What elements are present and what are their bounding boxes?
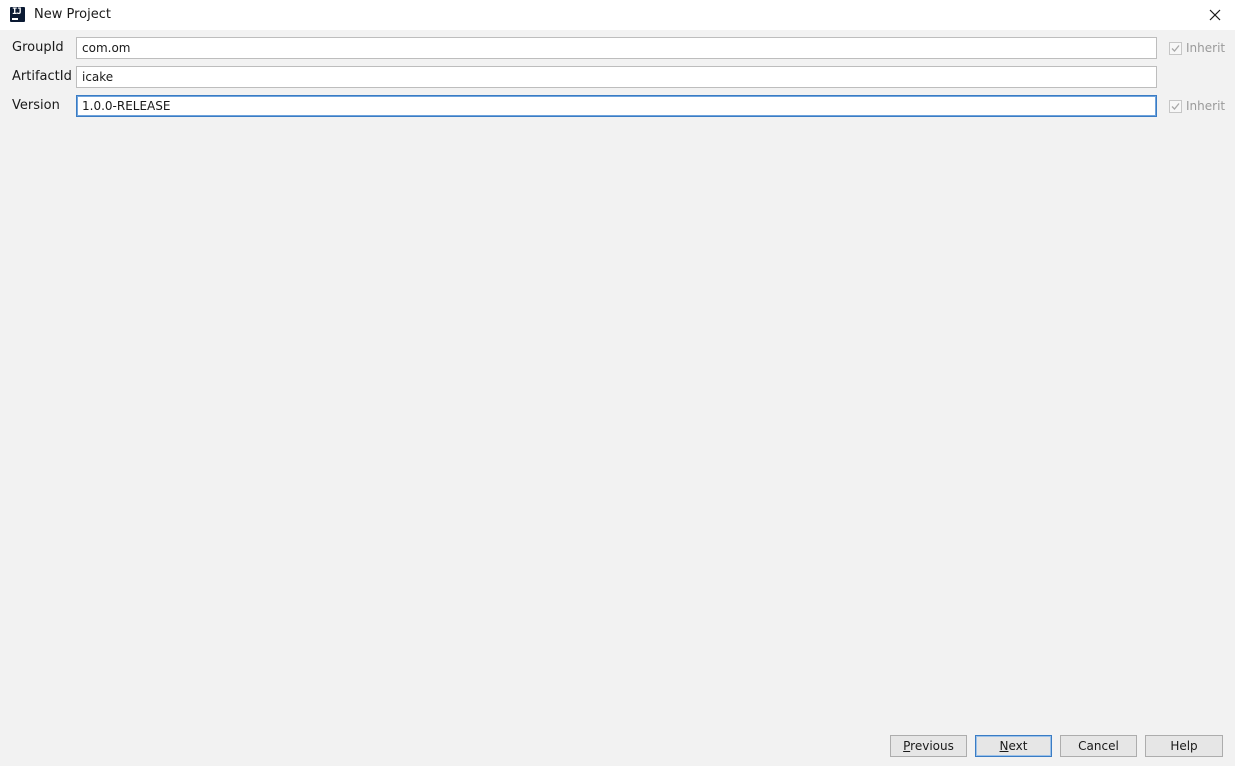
version-input[interactable] xyxy=(76,95,1157,117)
version-inherit-label: Inherit xyxy=(1186,99,1226,113)
previous-label: revious xyxy=(910,739,954,753)
intellij-icon: IJ xyxy=(10,7,25,22)
next-button[interactable]: Next xyxy=(975,735,1052,757)
window-title: New Project xyxy=(34,7,111,22)
cancel-button[interactable]: Cancel xyxy=(1060,735,1137,757)
group-id-inherit-checkbox[interactable]: Inherit xyxy=(1169,40,1225,56)
artifact-id-input[interactable] xyxy=(76,66,1157,88)
close-icon xyxy=(1209,9,1221,21)
artifact-id-label: ArtifactId xyxy=(12,69,72,84)
next-label: ext xyxy=(1008,739,1028,753)
title-bar: IJ New Project xyxy=(0,0,1235,30)
checkbox-checked-icon xyxy=(1169,41,1182,55)
artifact-id-row: ArtifactId xyxy=(0,66,1235,88)
close-button[interactable] xyxy=(1205,5,1225,25)
group-id-input[interactable] xyxy=(76,37,1157,59)
previous-button[interactable]: Previous xyxy=(890,735,967,757)
next-mnemonic: N xyxy=(999,739,1009,753)
group-id-inherit-label: Inherit xyxy=(1186,41,1226,55)
group-id-row: GroupId Inherit xyxy=(0,37,1235,59)
group-id-label: GroupId xyxy=(12,40,64,55)
help-button[interactable]: Help xyxy=(1145,735,1223,757)
version-label: Version xyxy=(12,98,60,113)
version-row: Version Inherit xyxy=(0,95,1235,117)
checkbox-checked-icon xyxy=(1169,99,1182,113)
version-inherit-checkbox[interactable]: Inherit xyxy=(1169,98,1225,114)
